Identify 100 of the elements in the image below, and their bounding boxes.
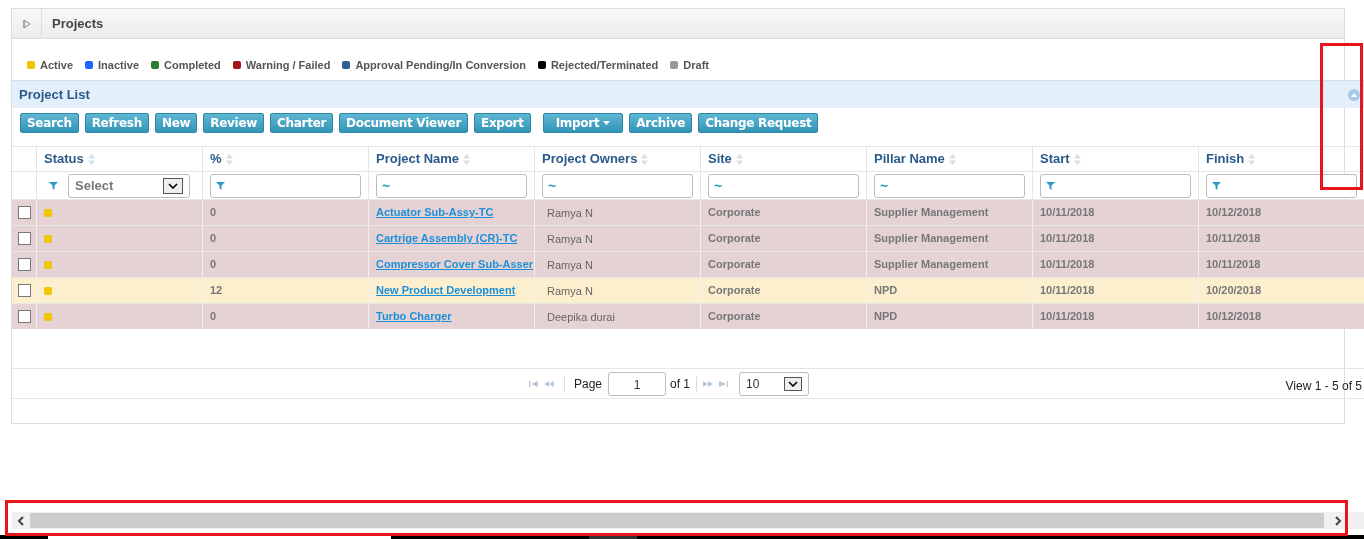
row-checkbox[interactable] <box>17 284 31 297</box>
column-header[interactable]: % <box>210 149 222 169</box>
filter-field[interactable]: ~ <box>376 173 527 198</box>
expand-icon <box>22 18 31 29</box>
table-row[interactable]: 12 New Product Development Ramya N Corporate NPD 10/11/2018 10/20/2018 <box>12 277 1364 303</box>
column-header[interactable]: Project Owners <box>542 149 638 169</box>
table-cell-text: 10/11/2018 <box>1040 205 1095 221</box>
scrollbar-thumb[interactable] <box>30 513 1324 528</box>
project-link[interactable]: Cartrige Assembly (CR)-TC <box>376 230 518 247</box>
page-field[interactable]: 1 <box>608 372 667 396</box>
filter-icon <box>216 181 225 190</box>
column-header[interactable]: Finish <box>1206 149 1245 169</box>
table-cell-text: 10/11/2018 <box>1040 257 1095 273</box>
next-page-icon[interactable] <box>703 381 714 387</box>
dropdown-icon <box>163 177 183 194</box>
legend-label: Rejected/Terminated <box>550 58 659 73</box>
filter-field[interactable]: ~ <box>542 173 693 198</box>
page-size-select[interactable]: 10 <box>739 372 810 396</box>
toolbar-button[interactable]: Refresh <box>84 113 149 133</box>
filter-field[interactable]: ~ <box>708 173 859 198</box>
last-page-icon[interactable] <box>719 381 729 387</box>
table-row[interactable]: 0 Turbo Charger Deepika durai Corporate NPD 10/11/2018 10/12/2018 <box>12 303 1364 329</box>
legend-label: Inactive <box>98 58 139 73</box>
toolbar-button[interactable]: Search <box>20 113 79 133</box>
sort-icon <box>735 153 743 165</box>
table-cell-text: 10/11/2018 <box>1040 231 1095 247</box>
scroll-right-icon[interactable] <box>1334 515 1342 526</box>
scroll-left-icon[interactable] <box>17 515 25 526</box>
toolbar-button[interactable]: Review <box>203 113 265 133</box>
page-count: of 1 <box>670 376 691 393</box>
panel-title: Projects <box>52 14 104 33</box>
filter-field[interactable] <box>1040 173 1191 198</box>
sort-icon <box>225 153 233 165</box>
horizontal-scrollbar[interactable] <box>12 512 1364 529</box>
table-row[interactable]: 0 Actuator Sub-Assy-TC Ramya N Corporate Supplier Management 10/11/2018 10/12/2018 <box>12 199 1364 225</box>
record-summary: View 1 - 5 of 5 <box>1285 378 1362 395</box>
status-select[interactable]: Select <box>68 173 190 198</box>
toolbar-button[interactable]: Document Viewer <box>339 113 469 133</box>
table-cell-text: Ramya N <box>547 206 593 221</box>
table-row[interactable]: 0 Compressor Cover Sub-Asser Ramya N Corporate Supplier Management 10/11/2018 10/11/2018 <box>12 251 1364 277</box>
table-cell-text: 0 <box>210 309 217 325</box>
table-cell-text: Corporate <box>708 205 761 221</box>
table-cell-text: NPD <box>874 283 898 299</box>
toolbar-button[interactable]: Archive <box>629 113 693 133</box>
project-link[interactable]: Actuator Sub-Assy-TC <box>376 204 494 221</box>
table-cell-text: 10/11/2018 <box>1206 231 1261 247</box>
toolbar-button[interactable]: Export <box>474 113 531 133</box>
legend-label: Active <box>40 58 74 73</box>
list-title: Project List <box>19 85 90 104</box>
first-page-icon[interactable] <box>529 381 538 387</box>
filter-icon <box>1046 181 1055 190</box>
table-cell-text: 0 <box>210 231 217 247</box>
page-label: Page <box>574 376 603 393</box>
toolbar-button[interactable]: New <box>154 113 198 133</box>
collapse-button[interactable] <box>1348 88 1360 101</box>
sort-icon <box>948 153 956 165</box>
legend-label: Completed <box>164 58 221 73</box>
sort-icon <box>1073 153 1081 165</box>
table-cell-text: Corporate <box>708 283 761 299</box>
previous-page-icon[interactable] <box>544 381 554 387</box>
dropdown-icon <box>784 377 803 391</box>
row-checkbox[interactable] <box>17 206 31 219</box>
legend-label: Warning / Failed <box>245 58 331 73</box>
row-checkbox[interactable] <box>17 258 31 271</box>
table-cell-text: 10/11/2018 <box>1040 283 1095 299</box>
table-cell-text: Deepika durai <box>547 310 615 325</box>
column-header[interactable]: Start <box>1040 149 1070 169</box>
project-link[interactable]: New Product Development <box>376 282 516 299</box>
table-cell-text: Corporate <box>708 257 761 273</box>
filter-icon <box>49 181 58 190</box>
legend-label: Approval Pending/In Conversion <box>355 58 526 73</box>
table-cell-text: 10/12/2018 <box>1206 309 1262 325</box>
column-header[interactable]: Pillar Name <box>874 149 945 169</box>
table-cell-text: Corporate <box>708 231 761 247</box>
table-cell-text: 0 <box>210 257 217 273</box>
table-cell-text: Supplier Management <box>874 205 989 221</box>
table-cell-text: Supplier Management <box>874 231 989 247</box>
column-header[interactable]: Site <box>708 149 732 169</box>
table-cell-text: 0 <box>210 205 217 221</box>
table-cell-text: Supplier Management <box>874 257 989 273</box>
table-cell-text: 10/11/2018 <box>1206 257 1261 273</box>
caret-icon <box>603 121 611 125</box>
filter-icon <box>1212 181 1221 190</box>
column-header[interactable]: Status <box>44 149 84 169</box>
sort-icon <box>463 153 471 165</box>
filter-field[interactable]: ~ <box>874 173 1025 198</box>
filter-field[interactable] <box>210 173 361 198</box>
toolbar-button[interactable]: Charter <box>270 113 334 133</box>
table-cell-text: NPD <box>874 309 898 325</box>
import-dropdown-button[interactable]: Import <box>542 113 624 133</box>
row-checkbox[interactable] <box>17 310 31 323</box>
project-link[interactable]: Compressor Cover Sub-Asser <box>376 256 534 273</box>
table-cell-text: 10/12/2018 <box>1206 205 1262 221</box>
table-row[interactable]: 0 Cartrige Assembly (CR)-TC Ramya N Corporate Supplier Management 10/11/2018 10/11/2018 <box>12 225 1364 251</box>
toolbar-button[interactable]: Change Request <box>698 113 819 133</box>
legend-label: Draft <box>683 58 709 73</box>
table-cell-text: Ramya N <box>547 284 593 299</box>
row-checkbox[interactable] <box>17 232 31 245</box>
project-link[interactable]: Turbo Charger <box>376 308 452 325</box>
column-header[interactable]: Project Name <box>376 149 460 169</box>
